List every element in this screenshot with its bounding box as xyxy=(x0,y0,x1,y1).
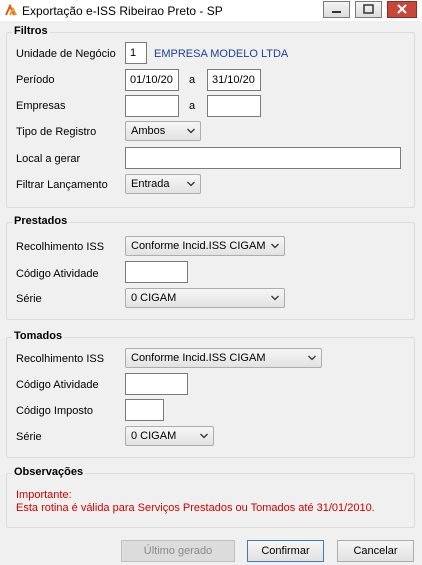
tomados-codigo-label: Código Atividade xyxy=(16,379,99,391)
empresas-to-input[interactable] xyxy=(207,95,261,117)
maximize-icon xyxy=(363,4,374,14)
filtrar-lancamento-select[interactable]: Entrada xyxy=(125,174,201,194)
unidade-input[interactable]: 1 xyxy=(125,42,147,64)
prestados-recolhimento-select[interactable]: Conforme Incid.ISS CIGAM xyxy=(125,236,285,256)
prestados-serie-select[interactable]: 0 CIGAM xyxy=(125,288,285,308)
chevron-down-icon xyxy=(187,128,195,134)
prestados-serie-label: Série xyxy=(16,293,42,305)
unidade-label: Unidade de Negócio xyxy=(16,48,116,60)
filtrar-lancamento-label: Filtrar Lançamento xyxy=(16,179,108,191)
tipo-registro-value: Ambos xyxy=(131,125,166,137)
tomados-serie-value: 0 CIGAM xyxy=(131,430,177,442)
chevron-down-icon xyxy=(187,181,195,187)
maximize-button[interactable] xyxy=(355,1,382,18)
observacoes-line2: Esta rotina é válida para Serviços Prest… xyxy=(16,502,375,514)
tomados-recolhimento-select[interactable]: Conforme Incid.ISS CIGAM xyxy=(125,348,322,368)
empresas-label: Empresas xyxy=(16,100,66,112)
empresas-separator: a xyxy=(189,100,196,112)
tomados-imposto-label: Código Imposto xyxy=(16,405,94,417)
prestados-codigo-label: Código Atividade xyxy=(16,268,99,280)
chevron-down-icon xyxy=(200,433,208,439)
local-gerar-input[interactable] xyxy=(125,147,401,169)
chevron-down-icon xyxy=(271,295,279,301)
prestados-codigo-input[interactable] xyxy=(125,261,188,283)
tomados-imposto-input[interactable] xyxy=(125,399,164,421)
tipo-registro-select[interactable]: Ambos xyxy=(125,121,201,141)
prestados-recolhimento-value: Conforme Incid.ISS CIGAM xyxy=(131,240,266,252)
local-gerar-label: Local a gerar xyxy=(16,153,81,165)
title-bar: Exportação e-ISS Ribeirao Preto - SP xyxy=(0,0,422,22)
tomados-recolhimento-label: Recolhimento ISS xyxy=(16,353,105,365)
close-icon xyxy=(397,4,407,14)
periodo-from-input[interactable]: 01/10/20 xyxy=(125,69,179,91)
empresas-from-input[interactable] xyxy=(125,95,179,117)
tomados-serie-label: Série xyxy=(16,431,42,443)
prestados-recolhimento-label: Recolhimento ISS xyxy=(16,241,105,253)
confirmar-button[interactable]: Confirmar xyxy=(247,540,324,562)
prestados-legend: Prestados xyxy=(12,215,70,227)
periodo-to-input[interactable]: 31/10/20 xyxy=(207,69,261,91)
tipo-registro-label: Tipo de Registro xyxy=(16,126,97,138)
cancelar-button[interactable]: Cancelar xyxy=(337,540,414,562)
tomados-serie-select[interactable]: 0 CIGAM xyxy=(125,426,214,446)
app-icon xyxy=(4,4,17,17)
tomados-codigo-input[interactable] xyxy=(125,373,188,395)
minimize-icon xyxy=(332,11,341,13)
ultimo-gerado-button[interactable]: Último gerado xyxy=(121,540,235,562)
periodo-label: Período xyxy=(16,74,55,86)
filtros-legend: Filtros xyxy=(12,25,50,37)
tomados-recolhimento-value: Conforme Incid.ISS CIGAM xyxy=(131,352,266,364)
window-title: Exportação e-ISS Ribeirao Preto - SP xyxy=(22,4,223,18)
chevron-down-icon xyxy=(308,355,316,361)
tomados-legend: Tomados xyxy=(12,330,65,342)
prestados-serie-value: 0 CIGAM xyxy=(131,292,177,304)
observacoes-legend: Observações xyxy=(12,466,86,478)
filtrar-lancamento-value: Entrada xyxy=(131,178,170,190)
periodo-separator: a xyxy=(189,74,196,86)
close-window-button[interactable] xyxy=(387,1,417,18)
unidade-name: EMPRESA MODELO LTDA xyxy=(154,48,289,60)
observacoes-line1: Importante: xyxy=(16,489,72,501)
chevron-down-icon xyxy=(271,243,279,249)
minimize-button[interactable] xyxy=(323,1,350,18)
